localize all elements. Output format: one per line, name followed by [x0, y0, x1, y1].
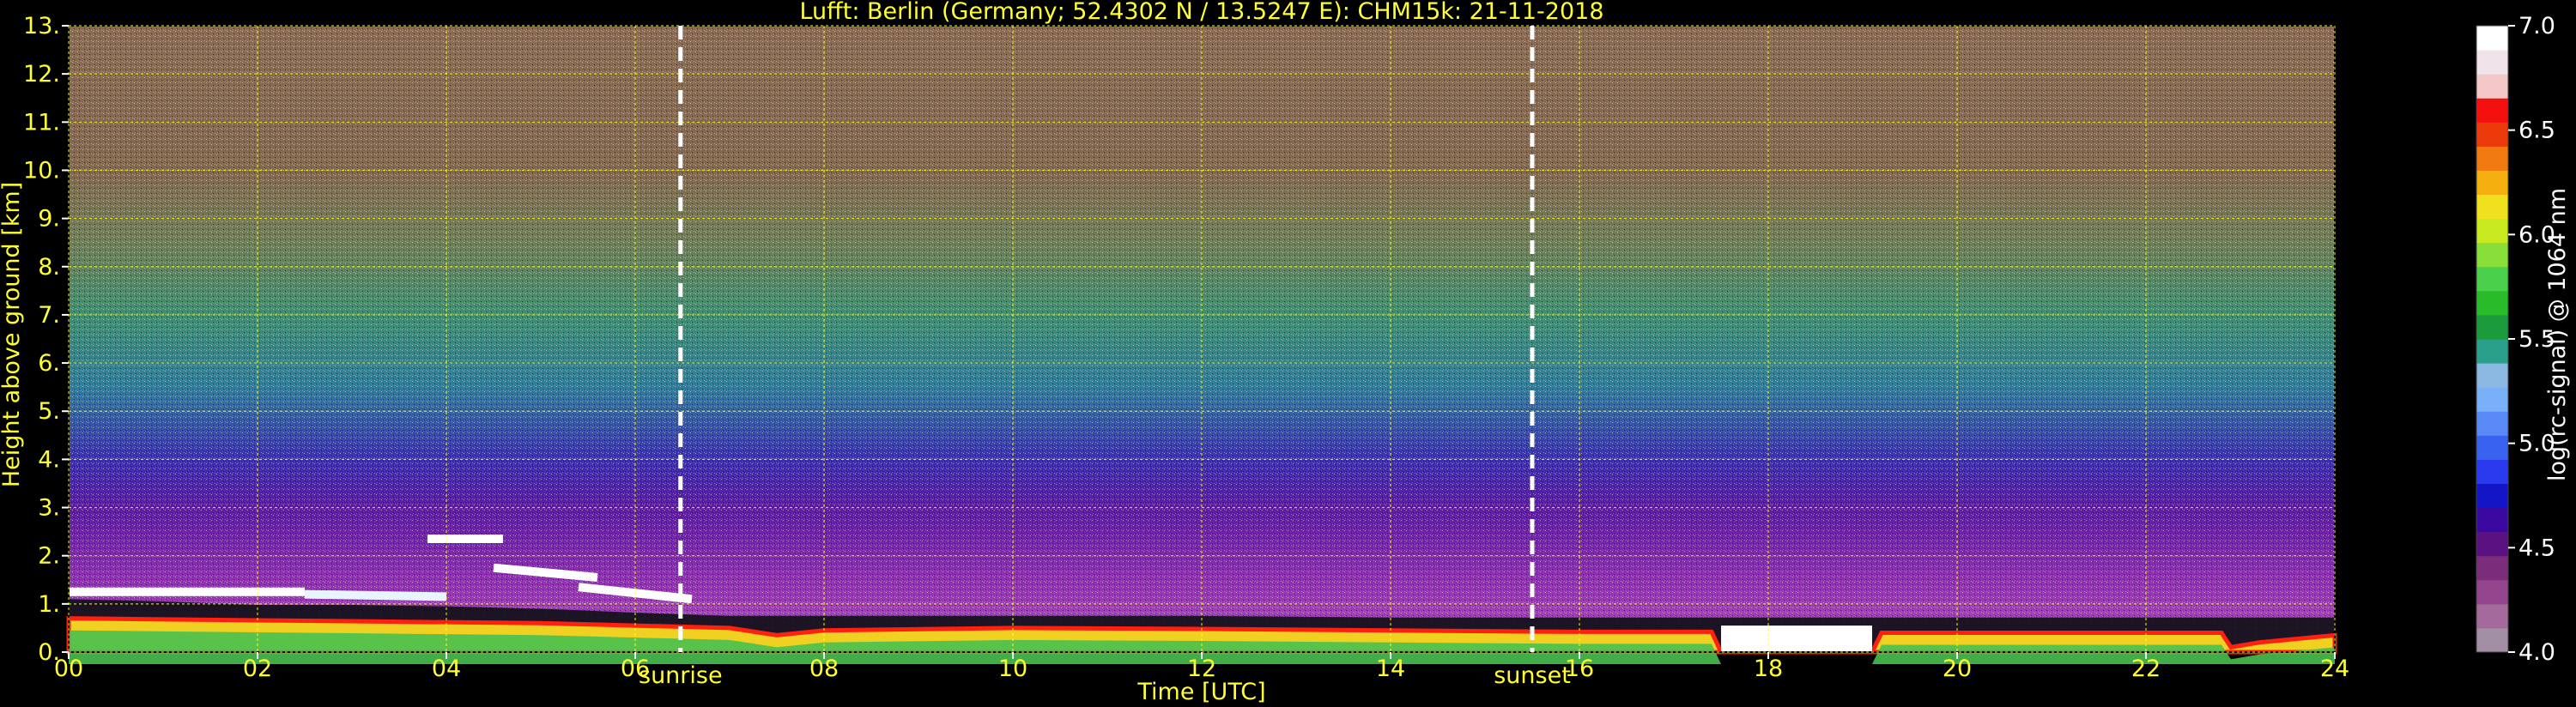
x-tick-label: 24	[2320, 656, 2349, 682]
x-tick-label: 06	[621, 656, 650, 682]
colorbar-segment	[2476, 531, 2508, 557]
colorbar-segment	[2476, 627, 2508, 653]
y-tick-label: 11.	[23, 109, 60, 136]
colorbar-segment	[2476, 579, 2508, 605]
colorbar-segment	[2476, 290, 2508, 316]
y-tick-label: 0.	[38, 639, 60, 666]
colorbar-segment	[2476, 483, 2508, 509]
colorbar-segment	[2476, 339, 2508, 364]
colorbar-segment	[2476, 266, 2508, 292]
colorbar-segment	[2476, 507, 2508, 533]
x-tick-label: 04	[432, 656, 461, 682]
y-tick-label: 1.	[38, 591, 60, 618]
x-tick-label: 16	[1565, 656, 1594, 682]
colorbar-segment	[2476, 459, 2508, 484]
colorbar-segment	[2476, 435, 2508, 460]
x-tick-label: 14	[1376, 656, 1405, 682]
colorbar-segment	[2476, 603, 2508, 629]
y-axis-label: Height above ground [km]	[0, 182, 25, 487]
colorbar-segment	[2476, 242, 2508, 268]
cloud-segment	[304, 589, 447, 601]
colorbar-tick-label: 6.5	[2518, 118, 2555, 144]
colorbar-segment	[2476, 555, 2508, 581]
colorbar-tick-label: 7.0	[2518, 13, 2555, 39]
x-axis-label: Time [UTC]	[1136, 679, 1265, 705]
cloud-block	[1721, 625, 1872, 652]
colorbar-segment	[2476, 411, 2508, 436]
colorbar-segment	[2476, 26, 2508, 51]
x-tick-label: 10	[998, 656, 1027, 682]
chart-title: Lufft: Berlin (Germany; 52.4302 N / 13.5…	[799, 0, 1603, 25]
lidar-chart: Lufft: Berlin (Germany; 52.4302 N / 13.5…	[0, 0, 2571, 705]
y-tick-label: 3.	[38, 495, 60, 522]
y-tick-label: 12.	[23, 61, 60, 88]
y-tick-label: 2.	[38, 543, 60, 570]
colorbar-segment	[2476, 363, 2508, 388]
colorbar-segment	[2476, 314, 2508, 340]
marker-label-sunset: sunset	[1494, 662, 1571, 689]
colorbar-segment	[2476, 194, 2508, 220]
colorbar	[2476, 25, 2509, 653]
y-tick-label: 6.	[38, 350, 60, 377]
colorbar-tick-label: 4.5	[2518, 535, 2555, 561]
colorbar-segment	[2476, 98, 2508, 123]
y-tick-label: 10.	[23, 157, 60, 184]
x-tick-label: 22	[2131, 656, 2161, 682]
y-tick-label: 7.	[38, 302, 60, 329]
y-axis-ticks: 0. 1. 2. 3. 4. 5. 6. 7. 8. 9. 10. 11. 12. 13.	[23, 13, 69, 666]
colorbar-segment	[2476, 50, 2508, 75]
colorbar-segment	[2476, 170, 2508, 196]
x-tick-label: 08	[809, 656, 839, 682]
y-tick-label: 5.	[38, 398, 60, 425]
x-tick-label: 18	[1754, 656, 1783, 682]
colorbar-segment	[2476, 146, 2508, 171]
x-tick-label: 20	[1943, 656, 1972, 682]
colorbar-segment	[2476, 218, 2508, 244]
y-tick-label: 9.	[38, 206, 60, 233]
y-tick-label: 4.	[38, 446, 60, 473]
colorbar-segment	[2476, 122, 2508, 147]
colorbar-segment	[2476, 387, 2508, 412]
marker-label-sunrise: sunrise	[639, 662, 723, 689]
colorbar-label: log(rc-signal) @ 1064 nm	[2544, 188, 2571, 481]
colorbar-segment	[2476, 74, 2508, 99]
y-tick-label: 13.	[23, 13, 60, 39]
colorbar-tick-label: 4.0	[2518, 639, 2555, 666]
y-tick-label: 8.	[38, 254, 60, 281]
x-tick-label: 02	[243, 656, 272, 682]
